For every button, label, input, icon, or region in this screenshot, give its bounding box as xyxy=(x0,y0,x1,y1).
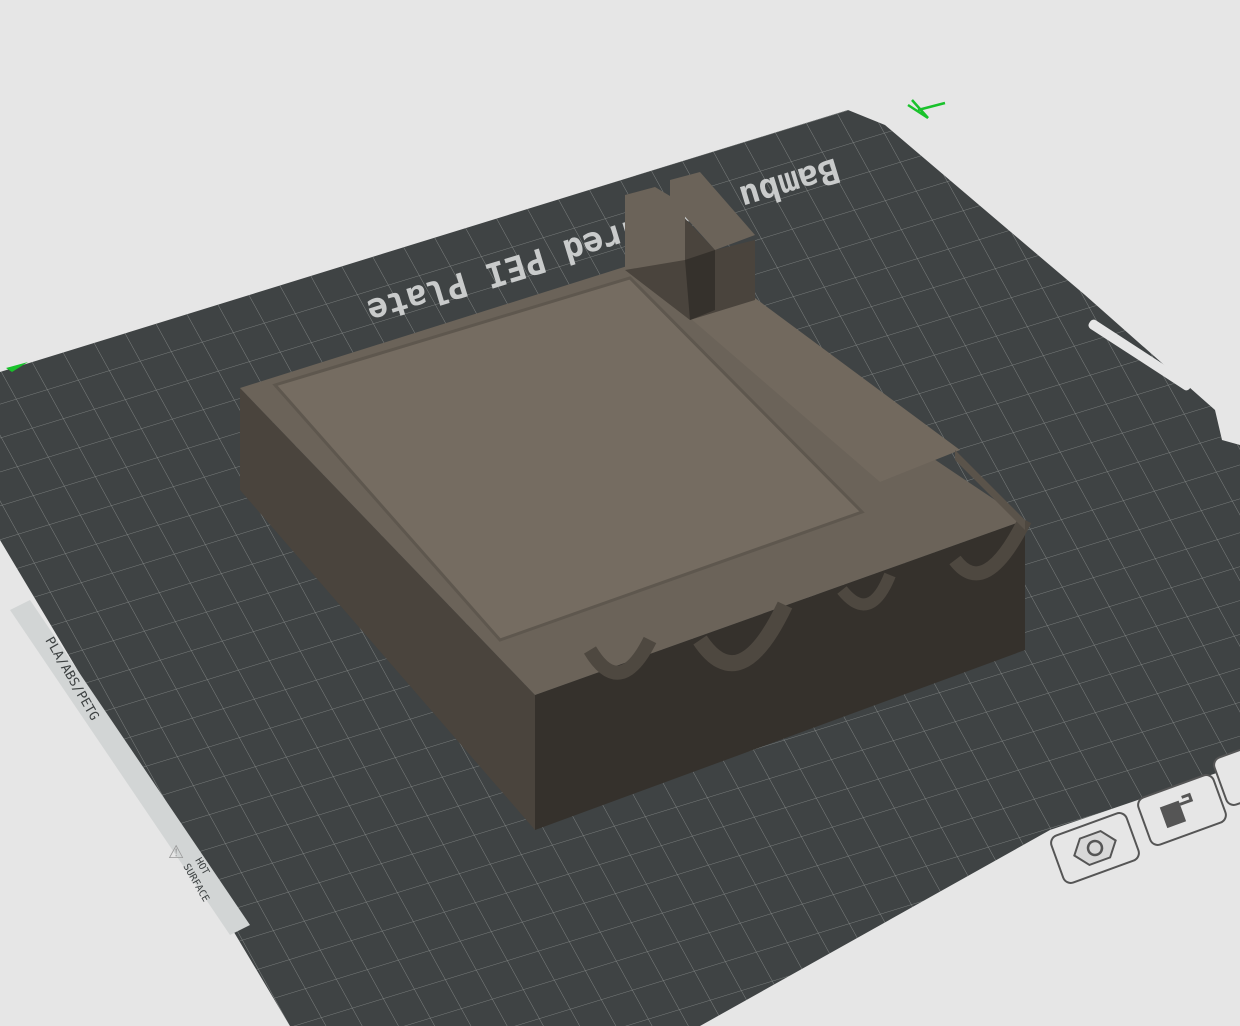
y-axis-indicator xyxy=(907,99,946,120)
hot-surface-warning-icon: ⚠ xyxy=(168,842,184,863)
3d-viewport[interactable]: PLA/ABS/PETG HOT SURFACE ⚠ Bambu Texture… xyxy=(0,0,1240,1026)
